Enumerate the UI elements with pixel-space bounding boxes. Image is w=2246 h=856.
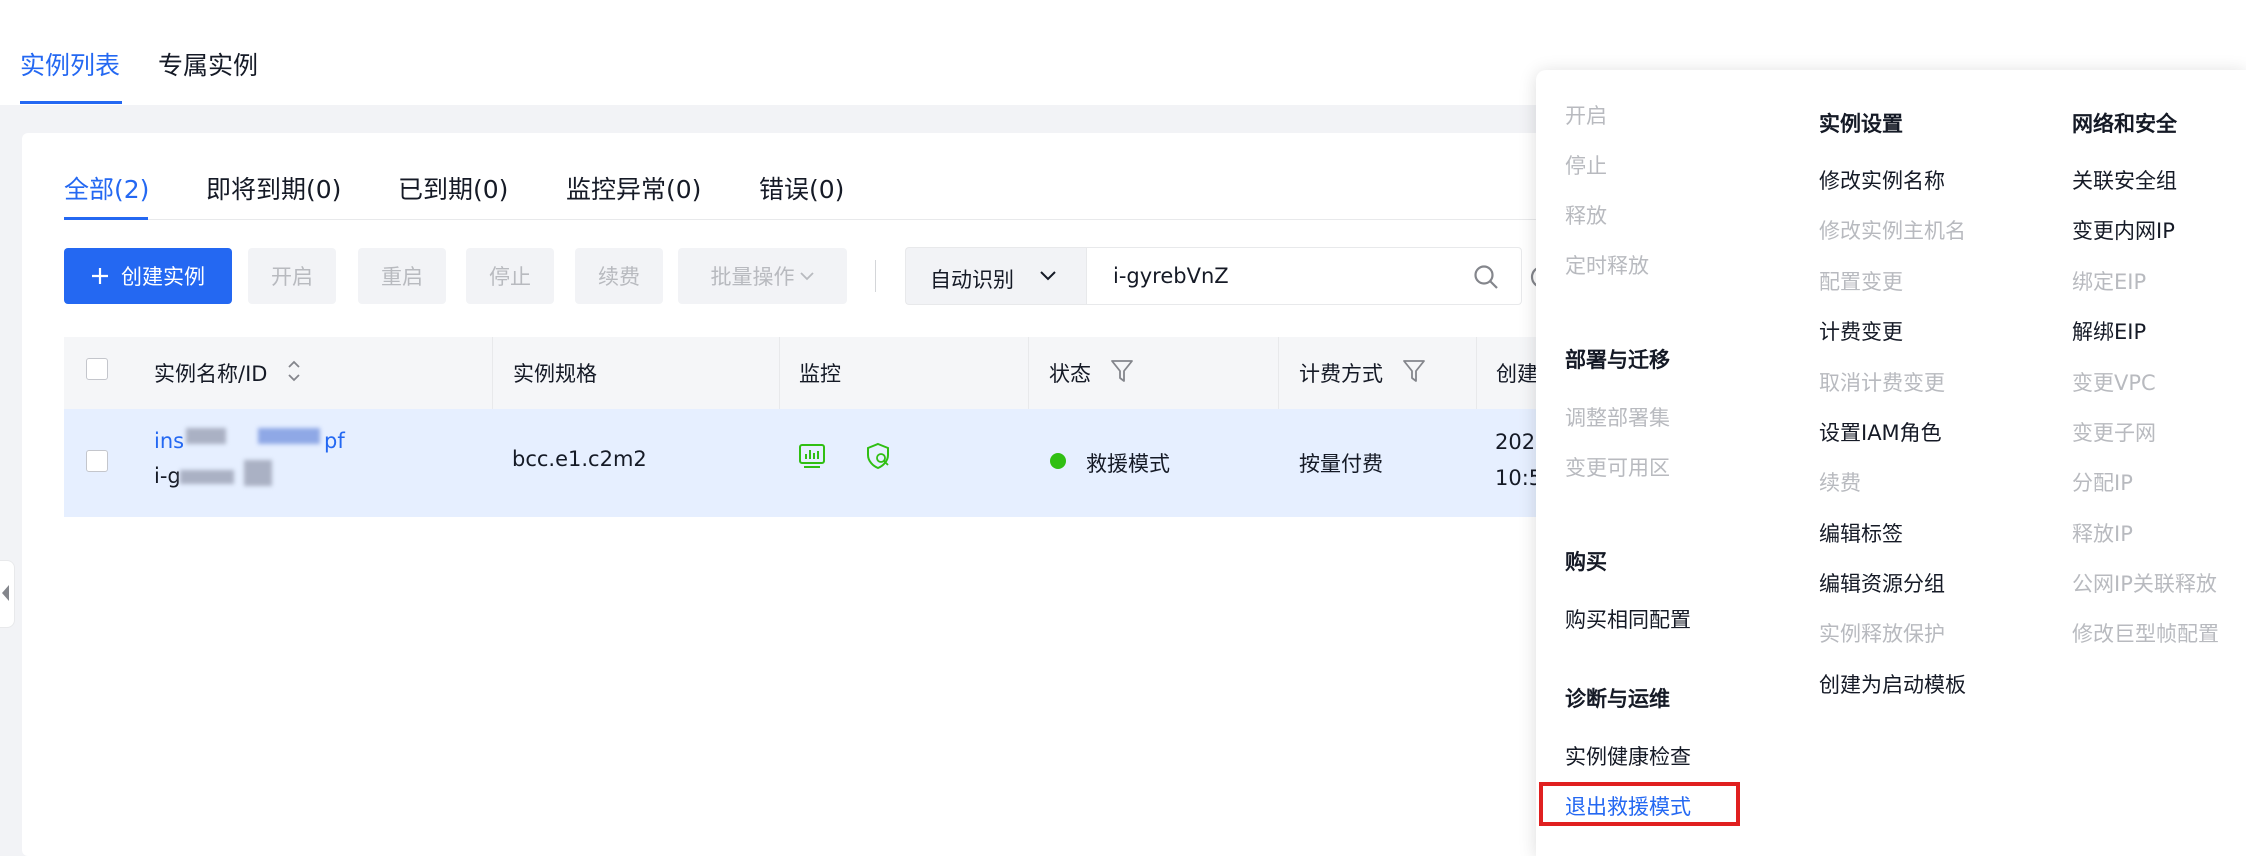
menu-item-scheduled-release[interactable]: 定时释放 [1565,250,1649,280]
menu-item-adjust-deployment-set[interactable]: 调整部署集 [1565,402,1670,432]
menu-item-rename-instance[interactable]: 修改实例名称 [1819,165,1945,195]
menu-item-change-subnet[interactable]: 变更子网 [2072,417,2156,447]
tab-dedicated-instance[interactable]: 专属实例 [158,46,258,82]
column-divider [779,337,780,409]
menu-heading-buy: 购买 [1565,550,1607,574]
search-icon[interactable] [1472,263,1500,291]
create-instance-button[interactable]: 创建实例 [64,248,232,304]
toolbar-separator [875,260,876,292]
menu-item-renew[interactable]: 续费 [1819,467,1861,497]
menu-item-change-private-ip[interactable]: 变更内网IP [2072,215,2175,245]
instance-name-link[interactable]: ins [154,429,184,453]
row-checkbox[interactable] [86,450,108,472]
menu-item-release[interactable]: 释放 [1565,200,1607,230]
menu-item-bind-eip[interactable]: 绑定EIP [2072,266,2146,296]
redacted-id-part [180,470,234,484]
menu-item-set-iam-role[interactable]: 设置IAM角色 [1819,417,1942,447]
stop-button[interactable]: 停止 [466,248,554,304]
redacted-id-part [244,460,272,486]
menu-item-health-check[interactable]: 实例健康检查 [1565,741,1691,771]
column-divider [1028,337,1029,409]
filter-icon[interactable] [1110,358,1134,384]
subtab-monitor-abnormal[interactable]: 监控异常(0) [566,170,701,206]
filter-icon[interactable] [1402,358,1426,384]
billing-type: 按量付费 [1299,452,1383,476]
sort-icon[interactable] [286,357,302,385]
column-header-name: 实例名称/ID [154,362,268,386]
column-header-spec: 实例规格 [513,362,597,386]
menu-item-resize[interactable]: 配置变更 [1819,266,1903,296]
chevron-down-icon [1040,271,1056,281]
tab-instance-list[interactable]: 实例列表 [20,46,120,82]
subtab-divider [64,219,1544,220]
subtab-expired[interactable]: 已到期(0) [398,170,508,206]
menu-item-jumbo-frame[interactable]: 修改巨型帧配置 [2072,618,2219,648]
select-all-checkbox[interactable] [86,358,108,380]
menu-item-bind-security-group[interactable]: 关联安全组 [2072,165,2177,195]
menu-heading-instance-settings: 实例设置 [1819,112,1903,136]
subtab-error[interactable]: 错误(0) [759,170,844,206]
batch-operation-button[interactable]: 批量操作 [678,248,847,304]
menu-item-unbind-eip[interactable]: 解绑EIP [2072,316,2146,346]
menu-item-public-ip-release[interactable]: 公网IP关联释放 [2072,568,2217,598]
column-divider [492,337,493,409]
column-divider [1476,337,1477,409]
menu-item-stop[interactable]: 停止 [1565,150,1607,180]
column-header-status: 状态 [1049,362,1091,386]
menu-item-change-zone[interactable]: 变更可用区 [1565,452,1670,482]
instance-status: 救援模式 [1086,452,1170,476]
start-button[interactable]: 开启 [248,248,336,304]
chevron-left-icon [2,585,9,601]
highlight-box [1539,782,1740,826]
menu-item-buy-same-config[interactable]: 购买相同配置 [1565,604,1691,634]
column-header-created: 创建 [1496,362,1538,386]
menu-item-edit-tags[interactable]: 编辑标签 [1819,518,1903,548]
monitor-chart-icon[interactable] [798,442,826,470]
menu-heading-ops: 诊断与运维 [1565,687,1670,711]
instance-spec: bcc.e1.c2m2 [512,447,647,471]
menu-item-release-ip[interactable]: 释放IP [2072,518,2133,548]
subtab-expiring[interactable]: 即将到期(0) [206,170,341,206]
plus-icon [92,268,108,284]
search-type-label: 自动识别 [930,268,1014,292]
menu-heading-deploy: 部署与迁移 [1565,348,1670,372]
renew-button[interactable]: 续费 [575,248,663,304]
active-subtab-indicator [64,217,148,220]
menu-item-create-launch-template[interactable]: 创建为启动模板 [1819,669,1966,699]
created-time-line1: 202 [1495,430,1536,454]
active-tab-indicator [20,101,122,104]
subtab-all[interactable]: 全部(2) [64,170,149,206]
menu-item-edit-resource-group[interactable]: 编辑资源分组 [1819,568,1945,598]
column-header-monitor: 监控 [799,362,841,386]
restart-button[interactable]: 重启 [358,248,446,304]
column-header-billing: 计费方式 [1299,362,1383,386]
create-instance-label: 创建实例 [121,265,205,289]
menu-item-release-protection[interactable]: 实例释放保护 [1819,618,1945,648]
menu-item-start[interactable]: 开启 [1565,100,1607,130]
redacted-name-part [258,428,320,444]
instance-id: i-g [154,464,181,488]
column-divider [1278,337,1279,409]
menu-item-cancel-billing-change[interactable]: 取消计费变更 [1819,367,1945,397]
menu-item-assign-ip[interactable]: 分配IP [2072,467,2133,497]
menu-item-change-billing[interactable]: 计费变更 [1819,316,1903,346]
menu-item-change-vpc[interactable]: 变更VPC [2072,367,2156,397]
chevron-down-icon [799,272,814,281]
status-dot [1050,453,1066,469]
instance-name-suffix[interactable]: pf [324,429,345,453]
menu-item-rename-hostname[interactable]: 修改实例主机名 [1819,215,1966,245]
shield-check-icon[interactable] [864,442,892,470]
search-input-value: i-gyrebVnZ [1113,264,1229,288]
redacted-name-part [186,428,226,444]
menu-heading-network-security: 网络和安全 [2072,112,2177,136]
batch-operation-label: 批量操作 [710,265,795,289]
